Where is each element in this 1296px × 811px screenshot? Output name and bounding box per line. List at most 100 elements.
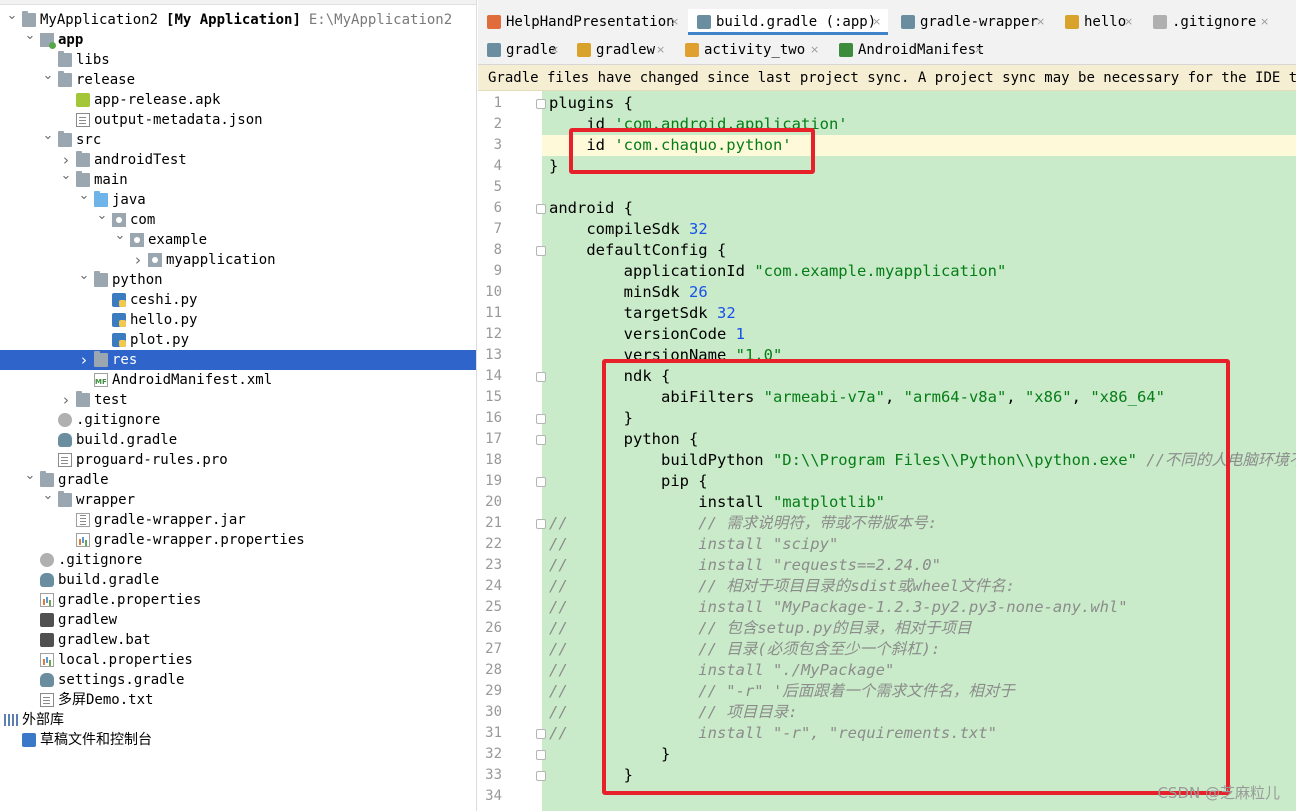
editor-tab[interactable]: AndroidManifest ×: [830, 37, 990, 63]
editor-tab[interactable]: gradle-wrapper ×: [892, 9, 1052, 35]
tree-item[interactable]: build.gradle: [0, 570, 476, 590]
fold-marker-icon[interactable]: [536, 246, 546, 256]
tree-item[interactable]: output-metadata.json: [0, 110, 476, 130]
chevron-down-icon[interactable]: ⌄: [60, 169, 72, 190]
tree-item[interactable]: gradle-wrapper.properties: [0, 530, 476, 550]
fold-marker-icon[interactable]: [536, 771, 546, 781]
close-tab-icon[interactable]: ×: [974, 37, 983, 63]
tree-item[interactable]: › res: [0, 350, 476, 370]
editor-tab[interactable]: activity_two ×: [676, 37, 826, 63]
editor-tab[interactable]: HelpHandPresentation ×: [478, 9, 686, 35]
tree-item[interactable]: build.gradle: [0, 430, 476, 450]
fold-marker-icon[interactable]: [536, 729, 546, 739]
code-line[interactable]: plugins {: [549, 93, 633, 114]
tree-item[interactable]: gradle.properties: [0, 590, 476, 610]
tree-item[interactable]: ⌄ release: [0, 69, 476, 90]
fold-marker-icon[interactable]: [536, 372, 546, 382]
tree-item[interactable]: ⌄ com: [0, 209, 476, 230]
tree-item[interactable]: 多屏Demo.txt: [0, 690, 476, 710]
fold-marker-icon[interactable]: [536, 99, 546, 109]
close-tab-icon[interactable]: ×: [656, 37, 665, 63]
tree-item[interactable]: ceshi.py: [0, 290, 476, 310]
tree-item[interactable]: ›外部库: [0, 710, 476, 730]
tree-item-label: gradlew: [58, 610, 117, 630]
close-tab-icon[interactable]: ×: [1260, 9, 1269, 35]
chevron-down-icon[interactable]: ⌄: [42, 69, 54, 90]
code-line[interactable]: minSdk 26: [549, 282, 708, 303]
chevron-down-icon[interactable]: ⌄: [42, 489, 54, 510]
fold-marker-icon[interactable]: [536, 414, 546, 424]
fold-marker-icon[interactable]: [536, 477, 546, 487]
tree-item-text: MyApplication2: [40, 12, 159, 28]
code-line[interactable]: targetSdk 32: [549, 303, 736, 324]
editor-tab[interactable]: .gitignore ×: [1144, 9, 1276, 35]
close-tab-icon[interactable]: ×: [1036, 9, 1045, 35]
tree-item[interactable]: › test: [0, 390, 476, 410]
close-tab-icon[interactable]: ×: [872, 9, 881, 35]
chevron-down-icon[interactable]: ⌄: [78, 189, 90, 210]
tree-item[interactable]: app-release.apk: [0, 90, 476, 110]
chevron-down-icon[interactable]: ⌄: [24, 469, 36, 490]
close-tab-icon[interactable]: ×: [670, 9, 679, 35]
tree-item[interactable]: settings.gradle: [0, 670, 476, 690]
chevron-down-icon[interactable]: ⌄: [24, 29, 36, 50]
fold-marker-icon[interactable]: [536, 750, 546, 760]
chevron-down-icon[interactable]: ⌄: [78, 269, 90, 290]
chevron-down-icon[interactable]: ⌄: [114, 229, 126, 250]
tree-item[interactable]: ⌄ src: [0, 129, 476, 150]
chevron-right-icon[interactable]: ›: [60, 390, 72, 410]
chevron-down-icon[interactable]: ⌄: [42, 129, 54, 150]
code-line[interactable]: }: [549, 156, 558, 177]
tree-item[interactable]: ⌄ app: [0, 29, 476, 50]
code-editor[interactable]: 1 2 3 4 5 6 7 8 9 10 11 12 13 14 15 16 17 18 19 20 21 22 23 24 2…: [478, 91, 1296, 811]
tree-item-text: res: [112, 352, 138, 368]
tree-item[interactable]: .gitignore: [0, 550, 476, 570]
chevron-right-icon[interactable]: ›: [60, 150, 72, 170]
tree-item[interactable]: gradlew.bat: [0, 630, 476, 650]
tree-item[interactable]: gradlew: [0, 610, 476, 630]
tree-item-text: gradlew: [58, 612, 118, 628]
tree-item[interactable]: › androidTest: [0, 150, 476, 170]
close-tab-icon[interactable]: ×: [810, 37, 819, 63]
close-tab-icon[interactable]: ×: [550, 37, 559, 63]
tree-item[interactable]: ⌄ python: [0, 269, 476, 290]
tree-item[interactable]: gradle-wrapper.jar: [0, 510, 476, 530]
editor-tab[interactable]: gradlew ×: [568, 37, 672, 63]
script-file-icon: [40, 613, 54, 627]
tree-item[interactable]: .gitignore: [0, 410, 476, 430]
chevron-down-icon[interactable]: ⌄: [6, 9, 18, 30]
tree-item[interactable]: ⌄ gradle: [0, 469, 476, 490]
code-line[interactable]: android {: [549, 198, 633, 219]
tree-item[interactable]: ⌄ wrapper: [0, 489, 476, 510]
chevron-right-icon[interactable]: ›: [132, 250, 144, 270]
tree-item-text: .gitignore: [76, 412, 161, 428]
chevron-right-icon[interactable]: ›: [78, 350, 90, 370]
fold-marker-icon[interactable]: [536, 435, 546, 445]
editor-tab[interactable]: gradle ×: [478, 37, 566, 63]
tree-item-label: res: [112, 350, 137, 370]
tree-item[interactable]: ⌄ java: [0, 189, 476, 210]
editor-tab[interactable]: build.gradle (:app) ×: [688, 9, 888, 35]
tree-item-text: gradle: [58, 472, 109, 488]
code-line[interactable]: versionCode 1: [549, 324, 745, 345]
fold-marker-icon[interactable]: [536, 204, 546, 214]
tree-item[interactable]: 草稿文件和控制台: [0, 730, 476, 750]
tree-item[interactable]: libs: [0, 50, 476, 70]
fold-marker-icon[interactable]: [536, 519, 546, 529]
chevron-down-icon[interactable]: ⌄: [96, 209, 108, 230]
tree-item[interactable]: › myapplication: [0, 250, 476, 270]
tree-item-text: gradle.properties: [58, 592, 202, 608]
tree-item[interactable]: proguard-rules.pro: [0, 450, 476, 470]
tree-item[interactable]: hello.py: [0, 310, 476, 330]
close-tab-icon[interactable]: ×: [1124, 9, 1133, 35]
tree-item[interactable]: AndroidManifest.xml: [0, 370, 476, 390]
tree-item[interactable]: ⌄ main: [0, 169, 476, 190]
code-line[interactable]: compileSdk 32: [549, 219, 707, 240]
editor-tab[interactable]: hello ×: [1056, 9, 1140, 35]
tree-item[interactable]: ⌄ example: [0, 229, 476, 250]
tree-item[interactable]: plot.py: [0, 330, 476, 350]
code-line[interactable]: defaultConfig {: [549, 240, 726, 261]
tree-root-project[interactable]: ⌄ MyApplication2 [My Application] E:\MyAppl…: [0, 9, 476, 30]
tree-item[interactable]: local.properties: [0, 650, 476, 670]
code-line[interactable]: applicationId "com.example.myapplication…: [549, 261, 1007, 282]
